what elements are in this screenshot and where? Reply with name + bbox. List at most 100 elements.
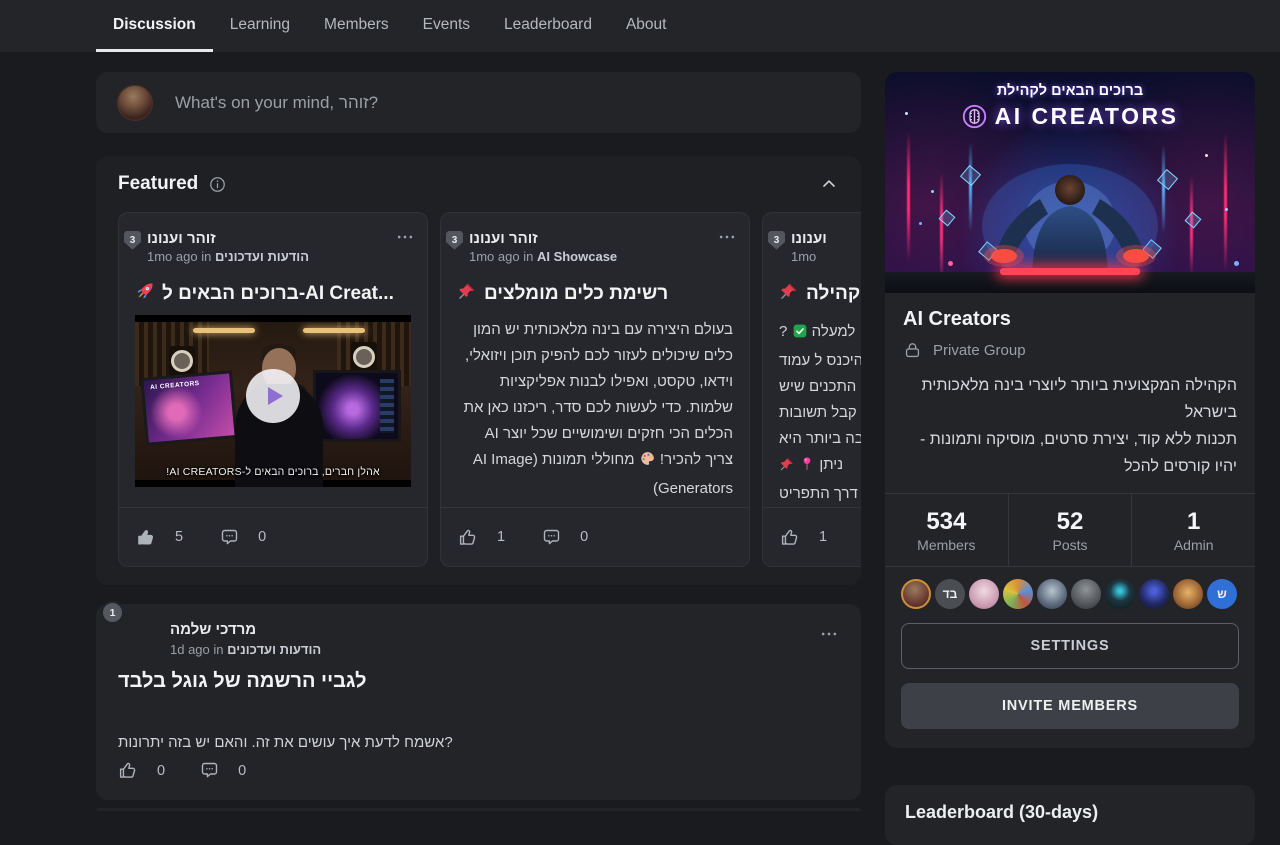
level-badge: 3: [124, 231, 141, 250]
featured-post-video[interactable]: 3 זוהר וענונו 1mo ago in הודעות ועדכונים…: [118, 212, 428, 567]
thumbs-up-icon: [780, 527, 801, 548]
post-meta: 1mo ago in AI Showcase: [469, 249, 617, 264]
post-actions: 0 0: [118, 760, 246, 781]
play-button[interactable]: [246, 369, 300, 423]
tab-about[interactable]: About: [609, 0, 684, 52]
check-emoji: [792, 322, 808, 348]
space-link[interactable]: הודעות ועדכונים: [215, 249, 309, 264]
space-link[interactable]: AI Showcase: [537, 249, 617, 264]
member-avatar[interactable]: [1173, 579, 1203, 609]
tab-learning[interactable]: Learning: [213, 0, 307, 52]
post-actions: 5 0: [119, 507, 427, 566]
post-meta: 1d ago in הודעות ועדכונים: [170, 642, 321, 657]
author-name[interactable]: מרדכי שלמה: [170, 621, 256, 638]
like-count: 0: [157, 763, 165, 779]
play-icon: [268, 387, 283, 405]
palette-emoji: [639, 450, 656, 476]
tab-discussion[interactable]: Discussion: [96, 0, 213, 52]
comment-button[interactable]: 0: [541, 527, 588, 548]
lock-icon: [903, 341, 922, 360]
author-name[interactable]: זוהר וענונו: [469, 229, 617, 249]
rocket-emoji: [135, 281, 155, 307]
tab-leaderboard[interactable]: Leaderboard: [487, 0, 609, 52]
post-body-line: התכנים שיש: [779, 374, 861, 400]
post-body-line: היכנס ל עמוד: [779, 348, 861, 374]
member-avatar[interactable]: [1139, 579, 1169, 609]
group-privacy: Private Group: [903, 341, 1237, 360]
group-description: הקהילה המקצועית ביותר ליוצרי בינה מלאכות…: [903, 372, 1237, 480]
tab-members[interactable]: Members: [307, 0, 406, 52]
like-button[interactable]: 0: [118, 760, 165, 781]
tab-events[interactable]: Events: [406, 0, 487, 52]
thumbs-up-icon: [136, 527, 157, 548]
featured-section: Featured 3 זוהר וענונו 1mo ago in הודעות…: [96, 156, 861, 585]
banner-figure: [920, 131, 1220, 281]
like-count: 5: [175, 529, 183, 545]
post-menu-icon[interactable]: [395, 227, 415, 247]
group-sidebar: ברוכים הבאים לקהילת AI CREATORS: [885, 72, 1255, 748]
pushpin-emoji: [779, 455, 795, 481]
banner-welcome-text: ברוכים הבאים לקהילת: [885, 83, 1255, 99]
leaderboard-card: Leaderboard (30-days): [885, 785, 1255, 845]
level-badge: 1: [101, 601, 124, 624]
comment-count: 0: [238, 763, 246, 779]
post-menu-icon[interactable]: [717, 227, 737, 247]
featured-header: Featured: [96, 156, 861, 212]
member-avatar[interactable]: [969, 579, 999, 609]
member-avatar[interactable]: [1105, 579, 1135, 609]
like-button[interactable]: 1: [780, 527, 827, 548]
featured-post-guide[interactable]: 3 וענונו 1mo קהילה למעלה ? היכנס ל עמוד …: [762, 212, 861, 567]
stat-members[interactable]: 534 Members: [885, 494, 1008, 566]
pushpin-emoji: [779, 281, 799, 307]
video-caption: אהלן חברים, ברוכים הבאים ל-AI CREATORS!: [135, 466, 411, 478]
member-avatar[interactable]: בד: [935, 579, 965, 609]
post-body-line: בה ביותר היא: [779, 426, 861, 452]
level-badge: 3: [446, 231, 463, 250]
member-avatar[interactable]: [901, 579, 931, 609]
post-body: למעלה ? היכנס ל עמוד התכנים שיש קבל תשוב…: [779, 319, 861, 501]
author-name[interactable]: וענונו: [791, 229, 827, 249]
post-body-line: דרך התפריט: [779, 481, 861, 501]
comment-button[interactable]: 0: [199, 760, 246, 781]
comment-count: 0: [580, 529, 588, 545]
post-composer[interactable]: What's on your mind, זוהר?: [96, 72, 861, 133]
member-avatar[interactable]: [1071, 579, 1101, 609]
member-avatar[interactable]: [1003, 579, 1033, 609]
post-body-line: למעלה ?: [779, 319, 861, 348]
feed-post[interactable]: 1 מרדכי שלמה 1d ago in הודעות ועדכונים ל…: [96, 604, 861, 800]
roundpin-emoji: [799, 455, 815, 481]
stat-posts[interactable]: 52 Posts: [1008, 494, 1132, 566]
top-nav: Discussion Learning Members Events Leade…: [0, 0, 1280, 52]
banner-brand: AI CREATORS: [885, 103, 1255, 130]
like-count: 1: [497, 529, 505, 545]
space-link[interactable]: הודעות ועדכונים: [227, 642, 321, 657]
post-body: בעולם היצירה עם בינה מלאכותית יש המון כל…: [457, 317, 733, 497]
post-body-line: ניתן: [779, 452, 861, 481]
member-avatar[interactable]: [1037, 579, 1067, 609]
post-body-line: קבל תשובות: [779, 400, 861, 426]
monitor-right: [313, 370, 401, 442]
composer-placeholder: What's on your mind, זוהר?: [175, 93, 378, 113]
author-name[interactable]: זוהר וענונו: [147, 229, 309, 249]
comment-button[interactable]: 0: [219, 527, 266, 548]
banner-desk: [885, 272, 1255, 293]
like-button[interactable]: 1: [458, 527, 505, 548]
thumbs-up-icon: [458, 527, 479, 548]
featured-carousel: 3 זוהר וענונו 1mo ago in הודעות ועדכונים…: [118, 212, 861, 567]
member-avatar[interactable]: ש: [1207, 579, 1237, 609]
stat-admin[interactable]: 1 Admin: [1131, 494, 1255, 566]
post-title: קהילה: [779, 280, 861, 307]
video-thumbnail[interactable]: AI CREATORS אהלן חברים, ברוכים הבאים ל-A…: [135, 315, 411, 487]
current-user-avatar[interactable]: [117, 85, 153, 121]
comment-count: 0: [258, 529, 266, 545]
settings-button[interactable]: SETTINGS: [901, 623, 1239, 669]
post-menu-icon[interactable]: [819, 624, 839, 644]
invite-members-button[interactable]: INVITE MEMBERS: [901, 683, 1239, 729]
like-button[interactable]: 5: [136, 527, 183, 548]
group-cover-image[interactable]: ברוכים הבאים לקהילת AI CREATORS: [885, 72, 1255, 293]
info-icon[interactable]: [208, 175, 227, 194]
collapse-chevron-up-icon[interactable]: [819, 174, 839, 194]
featured-post-tools[interactable]: 3 זוהר וענונו 1mo ago in AI Showcase רשי…: [440, 212, 750, 567]
group-name: AI Creators: [903, 308, 1237, 331]
like-count: 1: [819, 529, 827, 545]
